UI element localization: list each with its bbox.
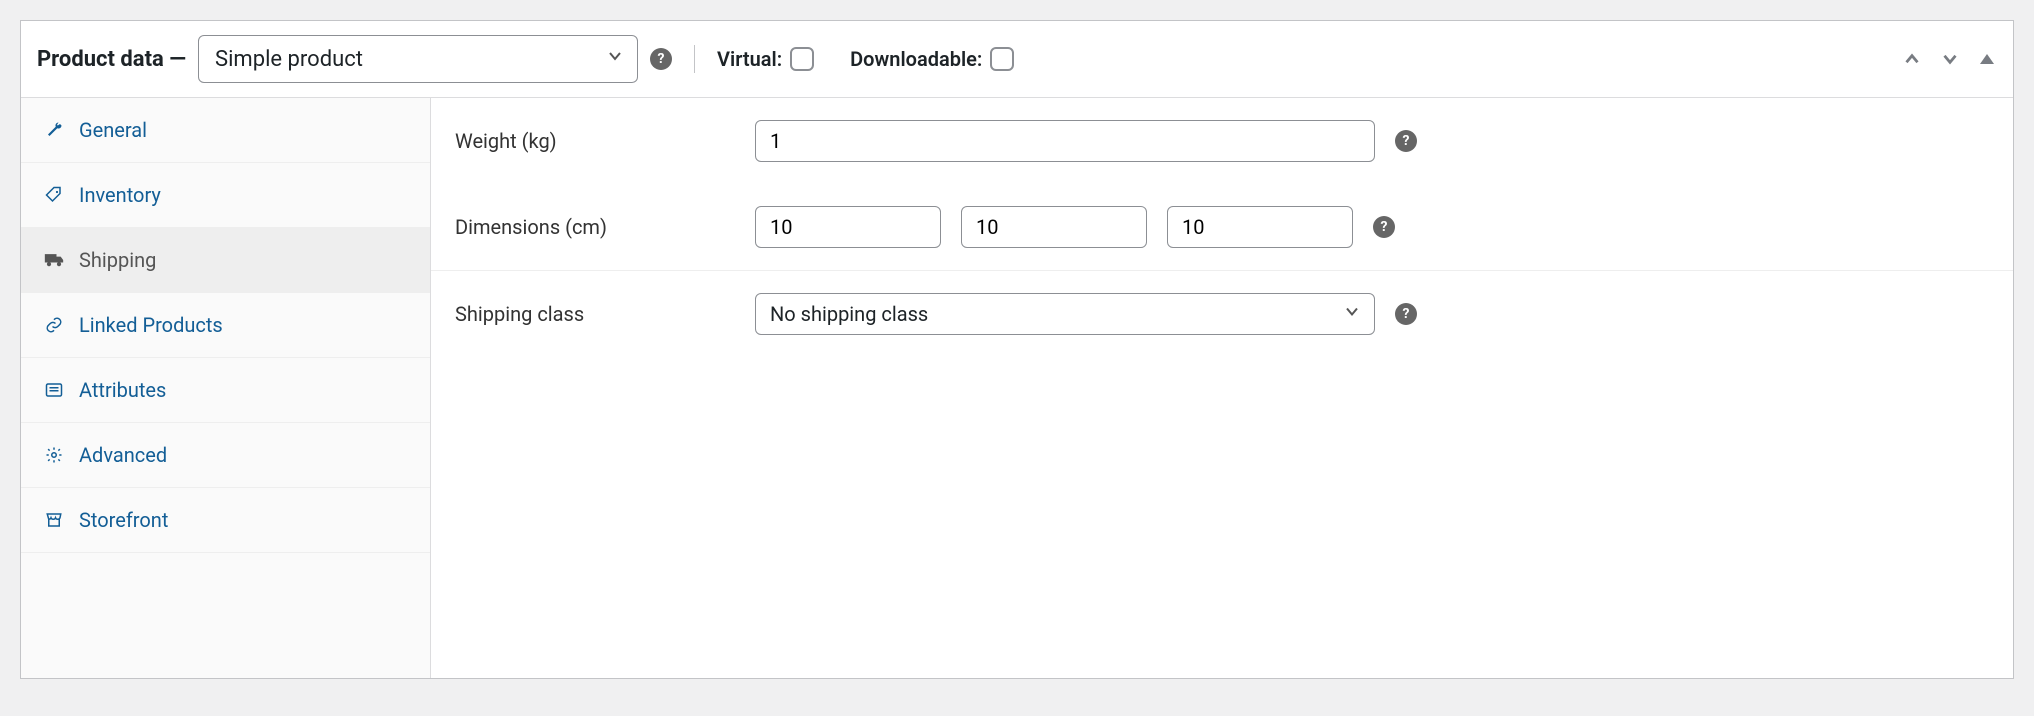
help-icon[interactable]: ? bbox=[1395, 130, 1417, 152]
panel-title: Product data — bbox=[37, 47, 186, 72]
gear-icon bbox=[43, 446, 65, 464]
tag-icon bbox=[43, 186, 65, 204]
tab-storefront[interactable]: Storefront bbox=[21, 488, 430, 553]
downloadable-checkbox[interactable] bbox=[990, 47, 1014, 71]
tab-general[interactable]: General bbox=[21, 98, 430, 163]
height-input[interactable] bbox=[1167, 206, 1353, 248]
tab-inventory[interactable]: Inventory bbox=[21, 163, 430, 228]
help-icon[interactable]: ? bbox=[1373, 216, 1395, 238]
help-icon[interactable]: ? bbox=[650, 48, 672, 70]
panel-actions bbox=[1901, 48, 1997, 70]
tab-advanced[interactable]: Advanced bbox=[21, 423, 430, 488]
weight-label: Weight (kg) bbox=[455, 129, 755, 153]
tab-attributes[interactable]: Attributes bbox=[21, 358, 430, 423]
product-type-value: Simple product bbox=[215, 47, 363, 72]
weight-input[interactable] bbox=[755, 120, 1375, 162]
width-input[interactable] bbox=[961, 206, 1147, 248]
virtual-label: Virtual: bbox=[717, 47, 782, 71]
product-data-panel: Product data — Simple product ? Virtual:… bbox=[20, 20, 2014, 679]
downloadable-group: Downloadable: bbox=[850, 47, 1014, 71]
tab-label: Advanced bbox=[79, 443, 167, 467]
chevron-down-icon bbox=[605, 46, 625, 72]
virtual-checkbox[interactable] bbox=[790, 47, 814, 71]
shipping-class-row: Shipping class No shipping class ? bbox=[431, 271, 2013, 357]
panel-header: Product data — Simple product ? Virtual:… bbox=[21, 21, 2013, 98]
tab-label: Shipping bbox=[79, 248, 156, 272]
tab-label: Attributes bbox=[79, 378, 166, 402]
virtual-group: Virtual: bbox=[717, 47, 814, 71]
panel-body: General Inventory Shipping Linked Produc… bbox=[21, 98, 2013, 678]
product-type-select[interactable]: Simple product bbox=[198, 35, 638, 83]
shipping-class-value: No shipping class bbox=[770, 302, 928, 326]
tabs-sidebar: General Inventory Shipping Linked Produc… bbox=[21, 98, 431, 678]
tab-label: General bbox=[79, 118, 147, 142]
separator bbox=[694, 45, 695, 73]
link-icon bbox=[43, 316, 65, 334]
chevron-down-icon[interactable] bbox=[1939, 48, 1961, 70]
downloadable-label: Downloadable: bbox=[850, 47, 982, 71]
chevron-down-icon bbox=[1342, 302, 1362, 327]
store-icon bbox=[43, 511, 65, 529]
chevron-up-icon[interactable] bbox=[1901, 48, 1923, 70]
tab-linked-products[interactable]: Linked Products bbox=[21, 293, 430, 358]
dimensions-row: Dimensions (cm) ? bbox=[431, 184, 2013, 271]
length-input[interactable] bbox=[755, 206, 941, 248]
tab-content: Weight (kg) ? Dimensions (cm) ? bbox=[431, 98, 2013, 678]
tab-label: Storefront bbox=[79, 508, 168, 532]
shipping-class-label: Shipping class bbox=[455, 302, 755, 326]
truck-icon bbox=[43, 252, 65, 268]
triangle-up-icon[interactable] bbox=[1977, 49, 1997, 69]
shipping-class-select[interactable]: No shipping class bbox=[755, 293, 1375, 335]
wrench-icon bbox=[43, 121, 65, 139]
list-icon bbox=[43, 381, 65, 399]
dimensions-label: Dimensions (cm) bbox=[455, 215, 755, 239]
weight-row: Weight (kg) ? bbox=[431, 98, 2013, 184]
tab-label: Linked Products bbox=[79, 313, 223, 337]
help-icon[interactable]: ? bbox=[1395, 303, 1417, 325]
tab-shipping[interactable]: Shipping bbox=[21, 228, 430, 293]
tab-label: Inventory bbox=[79, 183, 161, 207]
